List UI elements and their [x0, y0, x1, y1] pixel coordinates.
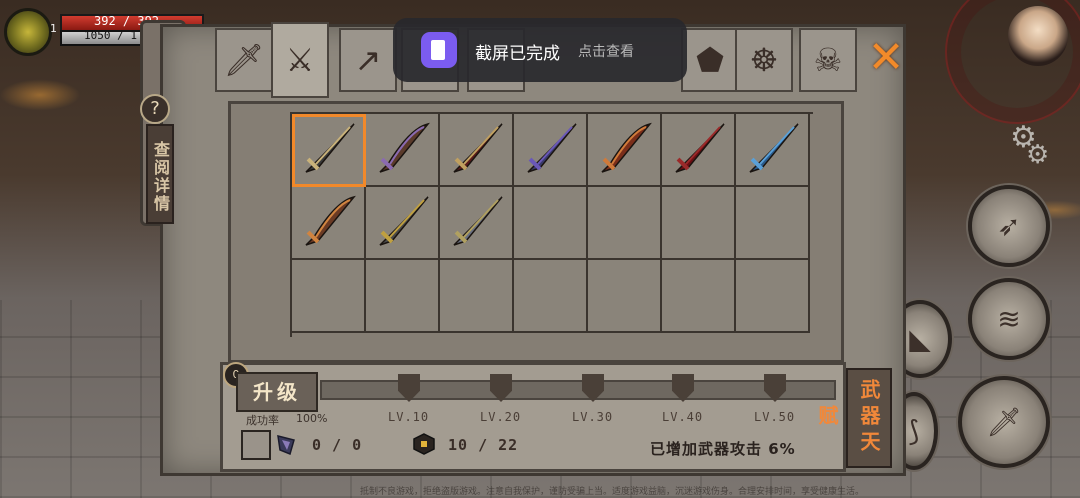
sword-icon: [379, 196, 429, 246]
sword-icon: [305, 123, 355, 173]
milestone-label: LV.20: [480, 410, 522, 424]
cube-material-icon: [413, 433, 435, 455]
milestone-label: LV.50: [754, 410, 796, 424]
success-rate-label: 成功率: [246, 414, 279, 427]
material1-count: 0 / 0: [312, 436, 363, 454]
attack-button[interactable]: 🗡: [958, 376, 1050, 468]
tab-shield[interactable]: ⬟: [681, 28, 739, 92]
settings-gear-small-icon: ⚙: [1026, 140, 1050, 170]
weapon-grid: [290, 112, 813, 337]
help-icon[interactable]: ?: [140, 94, 170, 124]
weapon-slot[interactable]: [440, 187, 514, 260]
weapon-slot[interactable]: [662, 114, 736, 187]
tab-tentacle[interactable]: ☸: [735, 28, 793, 92]
weapon-slot-empty[interactable]: [440, 260, 514, 333]
milestone-label: LV.10: [388, 410, 430, 424]
health-notice: 抵制不良游戏，拒绝盗版游戏。注意自我保护，谨防受骗上当。适度游戏益脑，沉迷游戏伤…: [360, 487, 860, 497]
skill-bow-icon: ➶: [997, 209, 1021, 243]
weapon-slot-empty[interactable]: [588, 187, 662, 260]
weapon-slot-empty[interactable]: [736, 187, 810, 260]
skill-slash-icon: ≋: [997, 302, 1021, 336]
weapon-slot-empty[interactable]: [662, 187, 736, 260]
attack-bonus-text: 已增加武器攻击 6%: [650, 440, 796, 458]
toast-title: 截屏已完成: [475, 44, 560, 64]
gallery-icon: [421, 32, 457, 68]
mp-text: 1050 / 1: [84, 29, 137, 42]
weapon-slot-empty[interactable]: [588, 260, 662, 333]
success-rate-value: 100%: [296, 412, 328, 425]
weapon-slot[interactable]: [514, 114, 588, 187]
milestone-label: LV.40: [662, 410, 704, 424]
tentacle-icon: ☸: [749, 41, 779, 79]
toast-view-link[interactable]: 点击查看: [578, 41, 634, 61]
sword-icon: [453, 123, 503, 173]
player-level: 1: [50, 22, 57, 35]
tab-dagger[interactable]: 🗡: [215, 28, 273, 92]
weapon-slot[interactable]: [366, 114, 440, 187]
game-scene: 1 392 / 392 1050 / 1 ⚙ ⚙ ➶ ≋ 🗡 ◣ ⟆ 🗡 ⚔ ↗ ⬟ ☸…: [0, 0, 1080, 498]
spear-icon: ↗: [354, 41, 382, 79]
weapon-slot[interactable]: [292, 114, 366, 187]
sword-icon: [675, 123, 725, 173]
sword-icon: [453, 196, 503, 246]
weapon-slot[interactable]: [736, 114, 810, 187]
tab-sword[interactable]: ⚔: [271, 22, 329, 98]
upgrade-button[interactable]: 升级: [236, 372, 318, 412]
weapon-slot-empty[interactable]: [366, 260, 440, 333]
tab-demon[interactable]: ☠: [799, 28, 857, 92]
demon-icon: ☠: [813, 41, 843, 79]
screenshot-toast[interactable]: 截屏已完成 点击查看: [393, 18, 687, 82]
sword-icon: ⚔: [285, 41, 315, 79]
sword-icon: [749, 123, 799, 173]
weapon-talent-button[interactable]: 武器天赋: [815, 368, 892, 468]
weapon-slot[interactable]: [440, 114, 514, 187]
sword-icon: [601, 122, 652, 173]
player-emblem-icon[interactable]: [4, 8, 52, 56]
weapon-slot[interactable]: [366, 187, 440, 260]
sword-icon: [379, 122, 430, 173]
weapon-slot-empty[interactable]: [662, 260, 736, 333]
material-slot-empty[interactable]: [241, 430, 271, 460]
weapon-slot[interactable]: [292, 187, 366, 260]
crystal-material-icon: [277, 435, 295, 456]
milestone-label: LV.30: [572, 410, 614, 424]
weapon-slot[interactable]: [588, 114, 662, 187]
attack-blade-icon: 🗡: [986, 405, 1022, 439]
shield-icon: ⬟: [696, 41, 724, 79]
weapon-slot-empty[interactable]: [514, 260, 588, 333]
close-icon[interactable]: ✕: [866, 36, 906, 80]
weapon-slot-empty[interactable]: [514, 187, 588, 260]
skill-button-1[interactable]: ➶: [968, 185, 1050, 267]
material2-count: 10 / 22: [448, 436, 519, 454]
level-progress-track: [320, 380, 836, 400]
sword-icon: [305, 195, 356, 246]
weapon-slot-empty[interactable]: [292, 260, 366, 333]
weapon-slot-empty[interactable]: [736, 260, 810, 333]
tab-spear[interactable]: ↗: [339, 28, 397, 92]
skill-button-2[interactable]: ≋: [968, 278, 1050, 360]
dagger-icon: 🗡: [223, 41, 265, 79]
sword-icon: [527, 123, 577, 173]
character-portrait-icon[interactable]: [1008, 6, 1068, 66]
query-details-button[interactable]: 查阅详情: [146, 124, 174, 224]
